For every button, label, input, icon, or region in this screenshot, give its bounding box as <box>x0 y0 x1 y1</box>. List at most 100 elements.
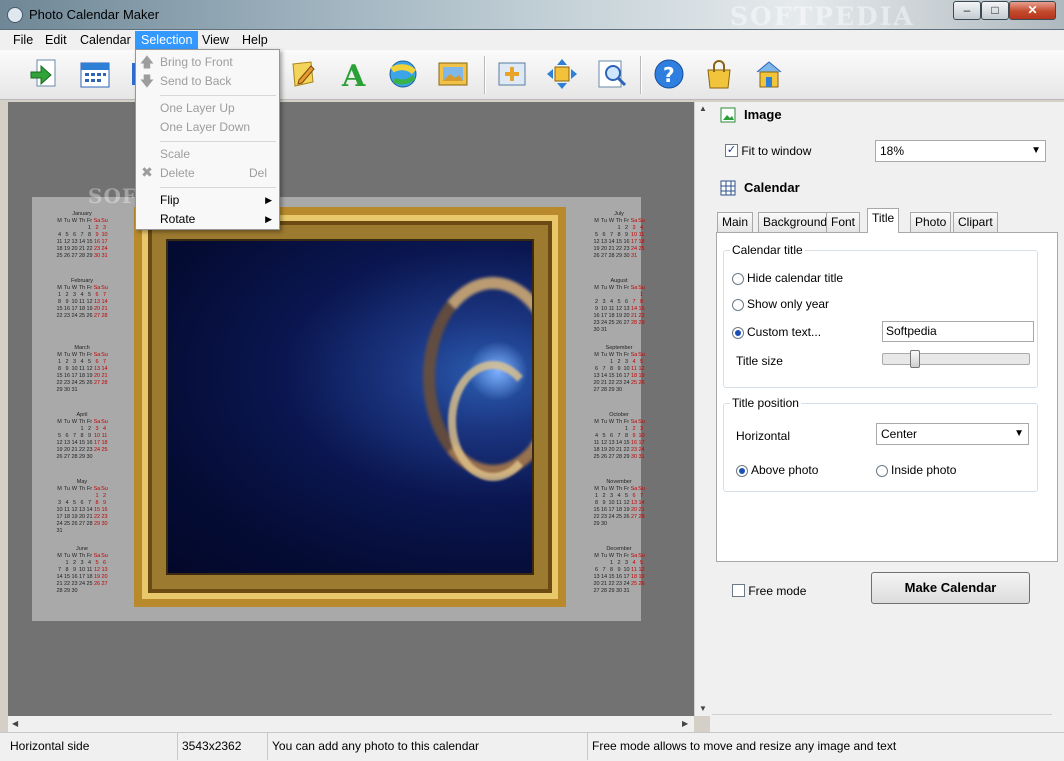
menu-view[interactable]: View <box>196 31 235 50</box>
month-name: November <box>606 479 632 485</box>
menu-rotate[interactable]: Rotate <box>160 212 195 226</box>
tab-font[interactable]: Font <box>826 212 861 232</box>
text-icon[interactable]: A <box>336 56 372 92</box>
menu-selection[interactable]: Selection <box>135 31 199 50</box>
slider-thumb[interactable] <box>910 350 920 368</box>
scroll-up-icon[interactable]: ▲ <box>699 104 707 113</box>
calendar-month: October M Tu W Th Fr Sa Su 1 2 3 4 5 6 7 8 9 10 11 12 13 14 15… <box>584 412 654 479</box>
scroll-down-icon[interactable]: ▼ <box>699 704 707 713</box>
week-row: 27 28 29 30 31 <box>593 588 630 594</box>
tab-background[interactable]: Background <box>758 212 833 232</box>
tab-clipart[interactable]: Clipart <box>953 212 998 232</box>
calendar-month: March M Tu W Th Fr Sa Su 1 2 3 4 5 6 7 8 9 10 11 12 13 14 15 16… <box>47 345 117 412</box>
custom-title-input[interactable]: Softpedia <box>882 321 1034 342</box>
minimize-button[interactable]: – <box>953 1 981 20</box>
buy-icon[interactable] <box>701 56 737 92</box>
help-icon[interactable]: ? <box>651 56 687 92</box>
canvas-area[interactable]: January M Tu W Th Fr Sa Su 1 2 3 4 5 6 7 8 9 10 11 12 13 14 15… <box>8 102 694 716</box>
status-size: 3543x2362 <box>178 733 268 760</box>
zoom-icon[interactable] <box>594 56 630 92</box>
title-size-slider[interactable] <box>882 350 1030 368</box>
hide-title-label: Hide calendar title <box>747 271 844 285</box>
week-row: 13 14 15 16 17 18 19 <box>593 373 645 379</box>
calendar-page[interactable]: January M Tu W Th Fr Sa Su 1 2 3 4 5 6 7 8 9 10 11 12 13 14 15… <box>32 197 645 621</box>
hide-title-radio[interactable]: Hide calendar title <box>732 271 843 285</box>
home-icon[interactable] <box>751 56 787 92</box>
photo-frame[interactable] <box>134 207 566 607</box>
month-name: April <box>76 412 88 418</box>
scroll-right-icon[interactable]: ▶ <box>682 719 688 728</box>
tab-photo[interactable]: Photo <box>910 212 952 232</box>
show-year-radio[interactable]: Show only year <box>732 297 829 311</box>
tab-main[interactable]: Main <box>717 212 754 232</box>
week-row: M Tu W Th Fr Sa Su <box>57 285 108 291</box>
week-row: 6 7 8 9 10 11 12 <box>594 567 645 573</box>
menu-edit[interactable]: Edit <box>39 31 73 50</box>
menu-help[interactable]: Help <box>236 31 274 50</box>
status-bar: Horizontal side 3543x2362 You can add an… <box>0 732 1064 761</box>
fit-to-window-check[interactable]: ✓ <box>725 144 738 158</box>
week-row: 1 <box>639 292 644 298</box>
week-row: 1234567 <box>57 292 107 298</box>
week-row: 20 21 22 23 24 25 26 <box>593 380 645 386</box>
title-position-group-label: Title position <box>730 396 801 410</box>
zoom-select[interactable]: 18% ▼ <box>875 140 1046 162</box>
horizontal-scrollbar[interactable]: ◀ ▶ <box>8 716 694 732</box>
above-photo-radio[interactable]: Above photo <box>736 463 818 477</box>
calendar-month: December M Tu W Th Fr Sa Su 1 2 3 4 5 6 7 8 9 10 11 12 13 14 1… <box>584 546 654 613</box>
calendar-month: May M Tu W Th Fr Sa Su 1 2 3 4 5 6 7 8 9 10 11 12 13 14 15 16 17… <box>47 479 117 546</box>
menu-bar: File Edit Calendar Selection View Help <box>0 30 1064 50</box>
horizontal-select[interactable]: Center ▼ <box>876 423 1029 445</box>
ball-icon[interactable] <box>385 56 421 92</box>
note-icon[interactable] <box>285 56 321 92</box>
maximize-button[interactable]: □ <box>981 1 1009 20</box>
menu-send-to-back[interactable]: Send to Back <box>160 74 231 88</box>
tab-title[interactable]: Title <box>867 208 900 233</box>
week-row: 15 16 17 18 19 20 21 <box>593 507 645 513</box>
week-row: 19 20 21 22 23 24 25 <box>593 246 645 252</box>
menu-scale[interactable]: Scale <box>160 147 190 161</box>
bring-to-front-icon: 🡅 <box>139 54 155 70</box>
menu-bring-to-front[interactable]: Bring to Front <box>160 55 233 69</box>
week-row: M Tu W Th Fr Sa Su <box>57 218 108 224</box>
radio-indicator-selected <box>736 464 748 477</box>
scroll-left-icon[interactable]: ◀ <box>12 719 18 728</box>
custom-text-radio[interactable]: Custom text... <box>732 325 821 339</box>
week-row: 20 21 22 23 24 25 26 <box>593 581 645 587</box>
menu-delete[interactable]: Delete <box>160 166 195 180</box>
inside-photo-radio[interactable]: Inside photo <box>876 463 956 477</box>
week-row: M Tu W Th Fr Sa Su <box>57 419 108 425</box>
menu-one-layer-down[interactable]: One Layer Down <box>160 120 250 134</box>
free-mode-check[interactable] <box>732 584 745 598</box>
calendar-title-group-label: Calendar title <box>730 243 805 257</box>
week-row: 3456789 <box>57 500 107 506</box>
calendar-month: August M Tu W Th Fr Sa Su 1 2 3 4 5 6 7 8 9 10 11 12 13 14 15 1… <box>584 278 654 345</box>
close-button[interactable]: ✕ <box>1009 1 1056 20</box>
fit-to-window-checkbox[interactable]: ✓ Fit to window <box>725 143 811 158</box>
week-row: M Tu W Th Fr Sa Su <box>57 352 108 358</box>
calendar-photo[interactable] <box>166 239 534 575</box>
month-name: September <box>605 345 633 351</box>
menu-file[interactable]: File <box>7 31 39 50</box>
week-row: 27 28 29 30 <box>593 387 623 393</box>
week-row: 30 31 <box>593 327 608 333</box>
week-row: 1234 <box>80 426 107 432</box>
calendar-month: November M Tu W Th Fr Sa Su 1 2 3 4 5 6 7 8 9 10 11 12 13 14 1… <box>584 479 654 546</box>
menu-flip[interactable]: Flip <box>160 193 179 207</box>
move-icon[interactable] <box>544 56 580 92</box>
menu-one-layer-up[interactable]: One Layer Up <box>160 101 235 115</box>
open-photo-icon[interactable] <box>26 56 62 92</box>
make-calendar-button[interactable]: Make Calendar <box>871 572 1030 604</box>
image-header-label: Image <box>744 107 782 122</box>
week-row: 28 29 30 <box>56 588 78 594</box>
calendar-icon[interactable] <box>77 56 113 92</box>
panel-scrollbar[interactable] <box>712 714 1052 730</box>
submenu-arrow-icon: ▶ <box>265 214 272 224</box>
vertical-scrollbar[interactable]: ▲ ▼ <box>694 102 710 716</box>
background-image-icon[interactable] <box>435 56 471 92</box>
fit-icon[interactable] <box>494 56 530 92</box>
month-name: August <box>610 278 628 284</box>
free-mode-checkbox[interactable]: Free mode <box>732 583 806 598</box>
selection-dropdown-menu: 🡅 Bring to Front 🡇 Send to Back One Laye… <box>135 49 280 230</box>
menu-calendar[interactable]: Calendar <box>74 31 137 50</box>
